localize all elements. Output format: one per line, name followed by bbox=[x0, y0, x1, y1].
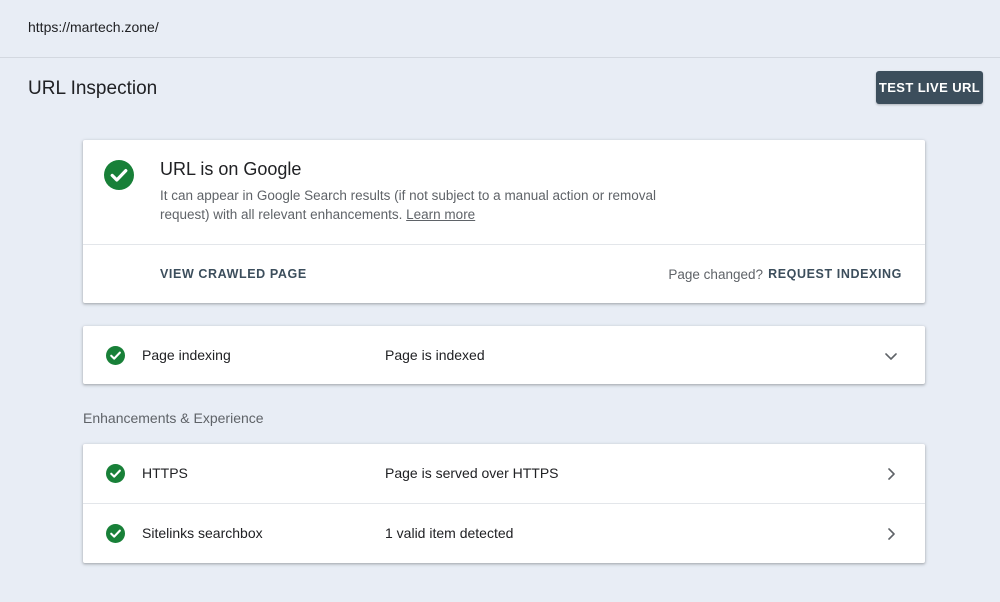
chevron-down-icon[interactable] bbox=[883, 348, 899, 364]
chevron-right-icon[interactable] bbox=[883, 526, 899, 542]
enhancements-section-label: Enhancements & Experience bbox=[83, 410, 264, 426]
enhancement-row-sitelinks-searchbox[interactable]: Sitelinks searchbox 1 valid item detecte… bbox=[83, 504, 925, 563]
status-title: URL is on Google bbox=[160, 159, 302, 179]
index-status-card: URL is on Google It can appear in Google… bbox=[83, 140, 925, 303]
inspected-url: https://martech.zone/ bbox=[28, 19, 159, 35]
chevron-right-icon[interactable] bbox=[883, 466, 899, 482]
row-label: HTTPS bbox=[142, 465, 188, 481]
top-bar: https://martech.zone/ bbox=[0, 0, 1000, 58]
page-changed-label: Page changed? bbox=[668, 267, 763, 282]
row-label: Sitelinks searchbox bbox=[142, 525, 263, 541]
row-label: Page indexing bbox=[142, 347, 231, 363]
view-crawled-page-button[interactable]: VIEW CRAWLED PAGE bbox=[160, 267, 307, 281]
enhancements-card: HTTPS Page is served over HTTPS Sitelink… bbox=[83, 444, 925, 563]
row-value: 1 valid item detected bbox=[385, 525, 514, 541]
check-circle-icon bbox=[106, 346, 125, 365]
page-indexing-card: Page indexing Page is indexed bbox=[83, 326, 925, 384]
test-live-url-button[interactable]: TEST LIVE URL bbox=[876, 71, 983, 104]
row-value: Page is indexed bbox=[385, 347, 485, 363]
request-indexing-button[interactable]: REQUEST INDEXING bbox=[768, 267, 902, 281]
page-title: URL Inspection bbox=[28, 78, 158, 99]
card-divider bbox=[83, 244, 925, 245]
check-circle-icon bbox=[106, 464, 125, 483]
check-circle-icon bbox=[104, 160, 134, 190]
status-description: It can appear in Google Search results (… bbox=[160, 186, 700, 224]
check-circle-icon bbox=[106, 524, 125, 543]
enhancement-row-https[interactable]: HTTPS Page is served over HTTPS bbox=[83, 444, 925, 503]
row-value: Page is served over HTTPS bbox=[385, 465, 559, 481]
page-indexing-row[interactable]: Page indexing Page is indexed bbox=[83, 326, 925, 385]
learn-more-link[interactable]: Learn more bbox=[406, 207, 475, 222]
